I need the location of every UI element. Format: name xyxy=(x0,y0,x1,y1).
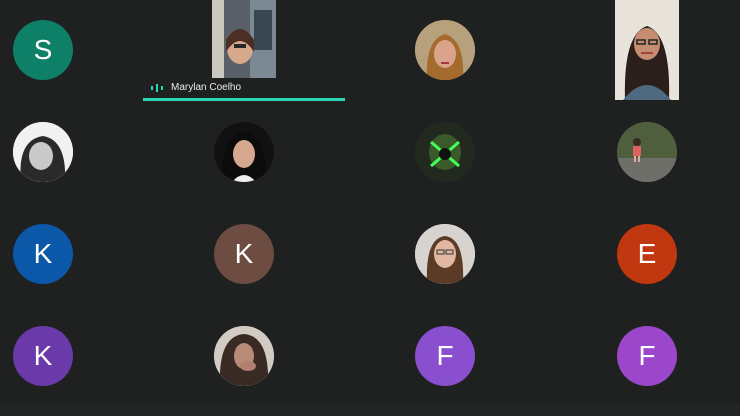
participant-name-label: Marylan Coelho xyxy=(171,82,242,93)
avatar-initial: S xyxy=(13,20,73,80)
avatar-photo xyxy=(214,122,274,182)
video-image xyxy=(615,0,679,100)
participant-tile-photo[interactable] xyxy=(600,100,740,200)
participant-tile-k[interactable]: K xyxy=(0,200,200,300)
avatar-initial: F xyxy=(617,326,677,386)
avatar-photo xyxy=(214,326,274,386)
participant-tile-photo[interactable] xyxy=(200,100,400,200)
participant-tile-photo[interactable] xyxy=(0,100,200,200)
participant-tile-photo[interactable] xyxy=(400,100,600,200)
avatar-image xyxy=(415,122,475,182)
participant-tile-f[interactable]: F xyxy=(600,300,740,400)
avatar-photo xyxy=(415,20,475,80)
bottom-strip xyxy=(0,404,740,416)
avatar-image xyxy=(13,122,73,182)
avatar-initial: K xyxy=(13,224,73,284)
avatar-photo xyxy=(415,224,475,284)
avatar-image xyxy=(214,122,274,182)
avatar-photo xyxy=(415,122,475,182)
avatar-initial-letter: F xyxy=(638,340,656,371)
video-feed-woman-glasses[interactable] xyxy=(615,0,679,100)
speaking-indicator-icon xyxy=(151,84,163,92)
avatar-initial: F xyxy=(415,326,475,386)
avatar-initial: K xyxy=(13,326,73,386)
avatar-initial-letter: E xyxy=(637,238,657,269)
avatar-initial: E xyxy=(617,224,677,284)
participant-tile-e[interactable]: E xyxy=(600,200,740,300)
participant-tile-photo[interactable] xyxy=(200,300,400,400)
avatar-image xyxy=(214,326,274,386)
avatar-image xyxy=(617,122,677,182)
participant-tile-f[interactable]: F xyxy=(400,300,600,400)
avatar-initial: K xyxy=(214,224,274,284)
participant-tile-photo[interactable] xyxy=(400,0,600,100)
avatar-initial-letter: K xyxy=(234,238,254,269)
avatar-image xyxy=(415,224,475,284)
avatar-initial-letter: K xyxy=(33,238,53,269)
avatar-photo xyxy=(617,122,677,182)
avatar-initial-letter: K xyxy=(33,340,53,371)
participant-tile-photo[interactable] xyxy=(400,200,600,300)
participant-tile-k[interactable]: K xyxy=(200,200,400,300)
avatar-initial-letter: S xyxy=(33,34,53,65)
active-speaker-namebar: Marylan Coelho xyxy=(143,78,345,100)
avatar-image xyxy=(415,20,475,80)
avatar-photo xyxy=(13,122,73,182)
avatar-initial-letter: F xyxy=(436,340,454,371)
participant-tile-k[interactable]: K xyxy=(0,300,200,400)
participant-grid: S Marylan Coelho K K E K F F xyxy=(0,0,740,416)
